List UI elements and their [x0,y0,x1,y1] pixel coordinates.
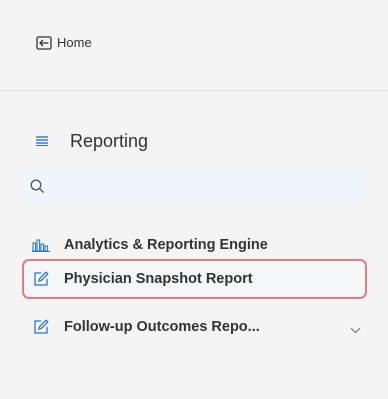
home-label: Home [57,35,92,50]
bar-chart-icon [32,236,50,254]
nav-item-physician-snapshot-report[interactable]: Physician Snapshot Report [22,259,367,299]
edit-icon [32,270,50,288]
chevron-down-icon[interactable] [350,321,361,339]
home-bar: Home [0,0,388,90]
nav-item-label: Follow-up Outcomes Repo... [64,319,260,335]
search-icon [30,179,45,199]
reporting-sidebar: Home Reporting Analytics & Reporting Eng… [0,0,388,399]
home-link[interactable]: Home [36,35,92,50]
menu-icon[interactable] [36,133,48,151]
edit-icon [32,318,50,336]
nav-item-label: Physician Snapshot Report [64,271,253,287]
section-header: Reporting [36,131,148,152]
back-arrow-icon [36,35,52,50]
nav-item-label: Analytics & Reporting Engine [64,237,268,253]
nav-item-follow-up-outcomes-report[interactable]: Follow-up Outcomes Repo... [22,309,367,345]
search-box[interactable] [22,170,364,206]
search-input[interactable] [50,170,362,206]
nav-item-analytics-reporting-engine[interactable]: Analytics & Reporting Engine [22,227,367,263]
section-title: Reporting [70,131,149,151]
divider [0,90,388,91]
